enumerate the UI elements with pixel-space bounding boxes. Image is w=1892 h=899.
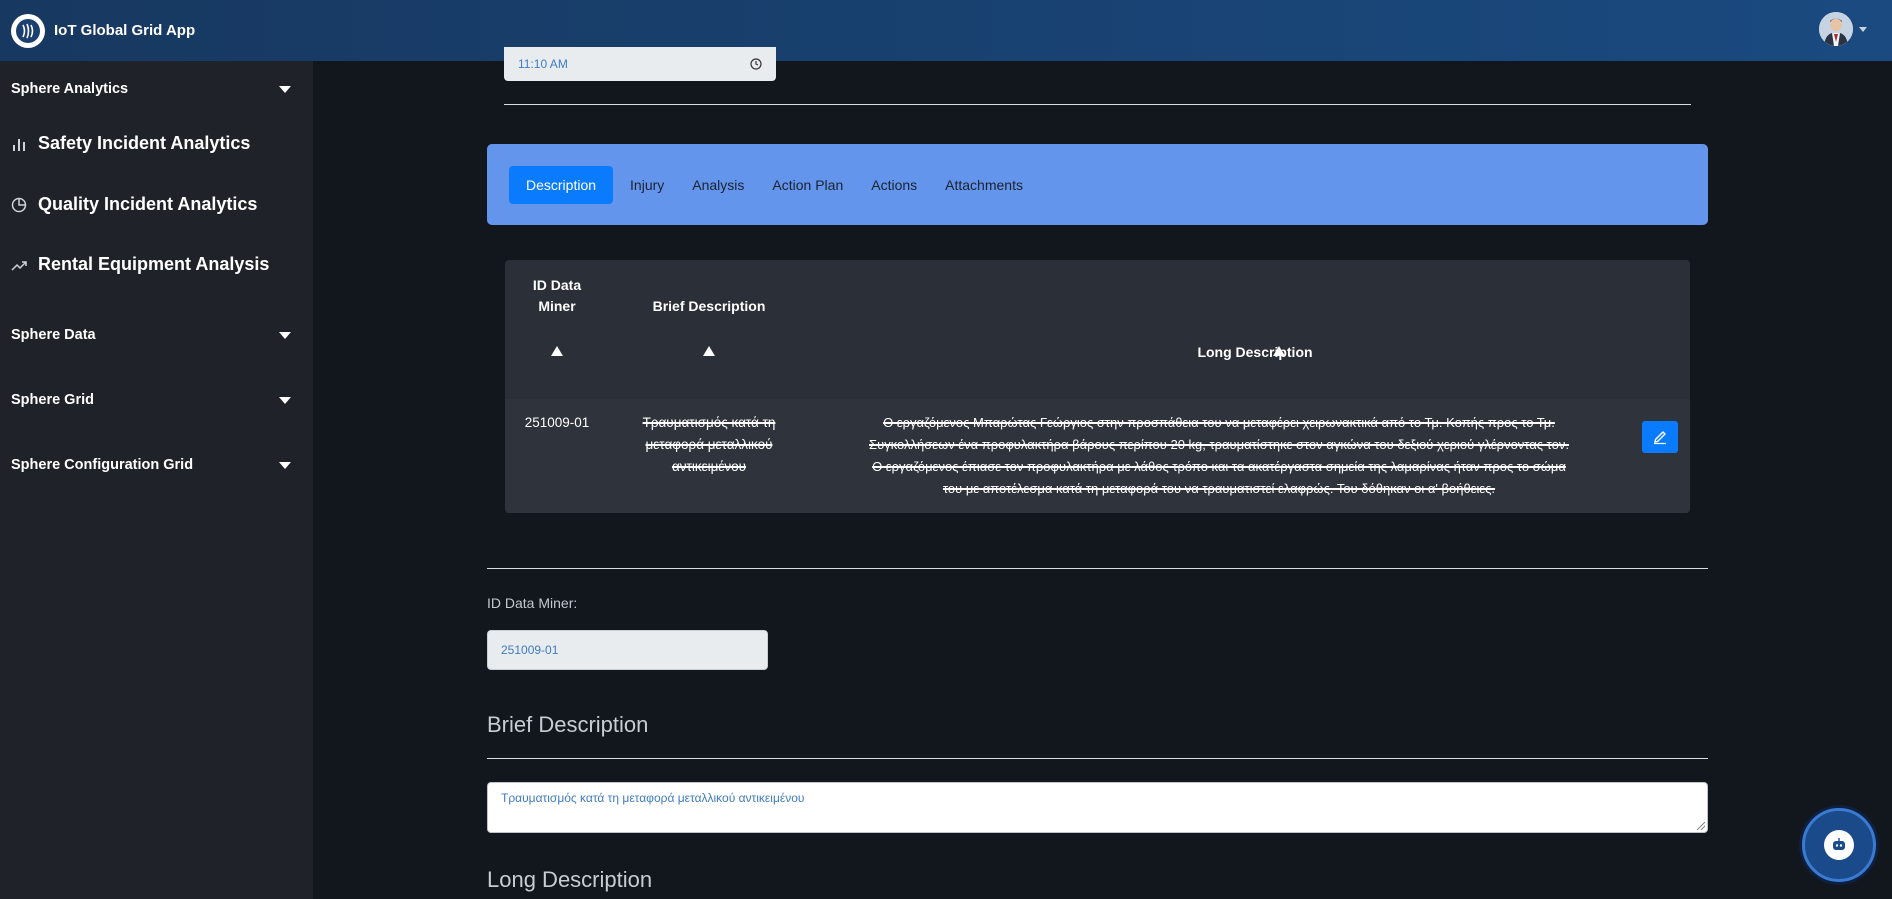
- tab-actions[interactable]: Actions: [860, 167, 928, 203]
- tab-bar: Description Injury Analysis Action Plan …: [487, 144, 1708, 225]
- sort-asc-icon[interactable]: [551, 346, 563, 356]
- user-menu[interactable]: [1819, 12, 1867, 46]
- bar-chart-icon: [13, 138, 25, 151]
- sidebar-item-safety-incident-analytics[interactable]: Safety Incident Analytics: [11, 133, 250, 154]
- tab-injury[interactable]: Injury: [619, 167, 675, 203]
- sidebar-group-label: Sphere Data: [11, 327, 96, 343]
- app-title: IoT Global Grid App: [54, 22, 196, 39]
- sidebar-group-sphere-grid[interactable]: Sphere Grid: [11, 392, 291, 408]
- textarea-value: Τραυματισμός κατά τη μεταφορά μεταλλικού…: [501, 791, 805, 805]
- user-avatar-icon[interactable]: [1819, 12, 1853, 46]
- tab-analysis[interactable]: Analysis: [681, 167, 755, 203]
- chatbot-button[interactable]: [1802, 808, 1876, 882]
- resize-handle-icon[interactable]: [1697, 822, 1705, 830]
- globe-logo-icon: [11, 13, 45, 48]
- description-table: ID Data Miner Brief Description Long Des…: [505, 260, 1690, 513]
- divider: [504, 104, 1691, 105]
- sidebar-item-label: Rental Equipment Analysis: [38, 254, 270, 274]
- sidebar-item-label: Safety Incident Analytics: [38, 133, 251, 153]
- sidebar-group-sphere-data[interactable]: Sphere Data: [11, 327, 291, 343]
- clock-icon[interactable]: [750, 58, 762, 70]
- chevron-down-icon: [279, 85, 291, 93]
- sidebar-group-label: Sphere Grid: [11, 392, 94, 408]
- chevron-down-icon[interactable]: [1859, 26, 1867, 32]
- cell-long: Ο εργαζόμενος Μπαρώτας Γεώργιος στην προ…: [809, 412, 1629, 500]
- cell-line: του με αποτέλεσμα κατά τη μεταφορά του ν…: [942, 481, 1496, 496]
- cell-line: Τραυματισμός κατά τη: [642, 415, 776, 430]
- column-header-long[interactable]: Long Description: [1105, 342, 1405, 363]
- edit-row-button[interactable]: [1642, 421, 1678, 453]
- column-header-brief[interactable]: Brief Description: [609, 296, 809, 317]
- sidebar-item-quality-incident-analytics[interactable]: Quality Incident Analytics: [11, 194, 257, 215]
- chevron-down-icon: [279, 331, 291, 339]
- pencil-icon: [1654, 431, 1666, 445]
- trend-line-icon: [11, 260, 27, 271]
- brand[interactable]: IoT Global Grid App: [11, 13, 196, 48]
- cell-line: Συγκολλήσεων ένα προφυλακτήρα βάρους περ…: [869, 437, 1569, 452]
- sidebar-group-label: Sphere Analytics: [11, 81, 129, 97]
- chevron-down-icon: [279, 396, 291, 404]
- chevron-down-icon: [279, 461, 291, 469]
- sidebar-item-label: Quality Incident Analytics: [38, 194, 258, 214]
- sort-asc-icon[interactable]: [703, 346, 715, 356]
- divider: [487, 758, 1708, 759]
- pie-chart-icon: [11, 197, 27, 212]
- tab-attachments[interactable]: Attachments: [934, 167, 1034, 203]
- header-line: ID Data: [532, 277, 582, 293]
- long-description-title: Long Description: [487, 867, 653, 892]
- tab-description[interactable]: Description: [509, 165, 614, 204]
- id-data-miner-label: ID Data Miner:: [487, 595, 578, 611]
- sidebar-group-label: Sphere Configuration Grid: [11, 457, 194, 473]
- divider: [487, 568, 1708, 569]
- top-navbar: IoT Global Grid App: [0, 0, 1892, 61]
- table-header: ID Data Miner Brief Description Long Des…: [505, 260, 1690, 399]
- sidebar-item-rental-equipment-analysis[interactable]: Rental Equipment Analysis: [11, 254, 269, 275]
- header-line: Miner: [538, 298, 576, 314]
- sidebar: Sphere Analytics Safety Incident Analyti…: [0, 61, 313, 899]
- chatbot-icon: [1824, 830, 1854, 860]
- cell-line: αντικειμένου: [671, 459, 747, 474]
- tab-action-plan[interactable]: Action Plan: [761, 167, 854, 203]
- id-data-miner-input[interactable]: 251009-01: [487, 630, 768, 670]
- cell-brief: Τραυματισμός κατά τη μεταφορά μεταλλικού…: [609, 412, 809, 478]
- cell-line: μεταφορά μεταλλικού: [645, 437, 773, 452]
- cell-line: Ο εργαζόμενος Μπαρώτας Γεώργιος στην προ…: [883, 415, 1555, 430]
- sidebar-group-sphere-analytics[interactable]: Sphere Analytics: [11, 81, 291, 97]
- table-row[interactable]: 251009-01 Τραυματισμός κατά τη μεταφορά …: [505, 399, 1690, 513]
- cell-id: 251009-01: [524, 415, 590, 430]
- brief-description-textarea[interactable]: Τραυματισμός κατά τη μεταφορά μεταλλικού…: [487, 782, 1708, 833]
- incident-time-input[interactable]: 11:10 AM: [504, 47, 776, 81]
- cell-line: Ο εργαζόμενος έπιασε τον προφυλακτήρα με…: [872, 459, 1566, 474]
- time-value: 11:10 AM: [518, 57, 568, 71]
- sort-asc-icon[interactable]: [1273, 346, 1285, 356]
- column-header-id[interactable]: ID Data Miner: [505, 275, 609, 317]
- sidebar-group-sphere-configuration-grid[interactable]: Sphere Configuration Grid: [11, 457, 291, 473]
- brief-description-title: Brief Description: [487, 712, 649, 737]
